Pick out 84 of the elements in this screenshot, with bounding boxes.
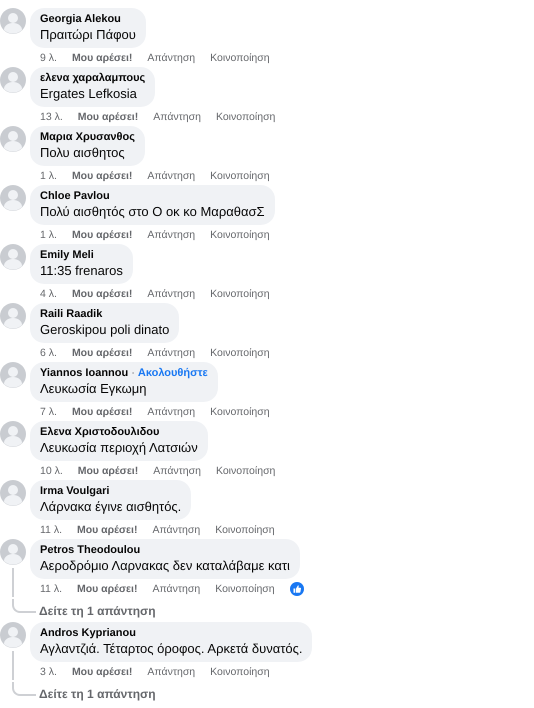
- share-link[interactable]: Κοινοποίηση: [215, 583, 275, 595]
- avatar-icon[interactable]: [0, 244, 26, 270]
- avatar-icon[interactable]: [0, 622, 26, 648]
- like-link[interactable]: Μου αρέσει!: [76, 524, 138, 536]
- comment-time[interactable]: 3 λ.: [40, 666, 57, 678]
- like-link[interactable]: Μου αρέσει!: [72, 666, 132, 678]
- like-link[interactable]: Μου αρέσει!: [78, 465, 138, 477]
- comment-time[interactable]: 1 λ.: [40, 170, 57, 182]
- comment-text: Πολύ αισθητός στο Ο οκ κο ΜαραθασΣ: [40, 203, 265, 220]
- author-name[interactable]: Raili Raadik: [40, 308, 102, 321]
- comment-text: Πολυ αισθητος: [40, 144, 126, 161]
- reply-link[interactable]: Απάντηση: [147, 406, 196, 418]
- comment-time[interactable]: 13 λ.: [40, 111, 63, 123]
- author-name[interactable]: Emily Meli: [40, 249, 94, 262]
- comment-text: Ergates Lefkosia: [40, 85, 138, 102]
- author-name[interactable]: Chloe Pavlou: [40, 190, 110, 203]
- thread-connector: [12, 599, 36, 613]
- separator-dot: ·: [130, 367, 136, 379]
- avatar-icon[interactable]: [0, 539, 26, 565]
- avatar-icon[interactable]: [0, 67, 26, 93]
- like-link[interactable]: Μου αρέσει!: [72, 288, 132, 300]
- author-name[interactable]: Yiannos Ioannou: [40, 367, 128, 380]
- author-name[interactable]: Irma Voulgari: [40, 485, 110, 498]
- share-link[interactable]: Κοινοποίηση: [210, 288, 270, 300]
- share-link[interactable]: Κοινοποίηση: [216, 111, 276, 123]
- like-link[interactable]: Μου αρέσει!: [72, 52, 132, 64]
- reply-link[interactable]: Απάντηση: [153, 465, 201, 477]
- reply-link[interactable]: Απάντηση: [152, 583, 200, 595]
- comment-text: Geroskipou poli dinato: [40, 321, 170, 338]
- share-link[interactable]: Κοινοποίηση: [210, 170, 270, 182]
- avatar-icon[interactable]: [0, 126, 26, 152]
- view-replies-link[interactable]: Δείτε τη 1 απάντηση: [39, 686, 156, 702]
- comment-text: Λάρνακα έγινε αισθητός.: [40, 498, 182, 515]
- avatar-icon[interactable]: [0, 185, 26, 211]
- like-link[interactable]: Μου αρέσει!: [72, 406, 132, 418]
- thumbs-up-icon[interactable]: [290, 582, 304, 596]
- reply-link[interactable]: Απάντηση: [147, 52, 196, 64]
- share-link[interactable]: Κοινοποίηση: [210, 52, 270, 64]
- reply-link[interactable]: Απάντηση: [147, 288, 196, 300]
- comment-time[interactable]: 6 λ.: [40, 347, 57, 359]
- share-link[interactable]: Κοινοποίηση: [216, 465, 276, 477]
- comment-text: Πραιτώρι Πάφου: [40, 26, 136, 43]
- comment-time[interactable]: 4 λ.: [40, 288, 57, 300]
- comment-time[interactable]: 11 λ.: [40, 524, 62, 536]
- follow-link[interactable]: Ακολουθήστε: [138, 367, 208, 379]
- author-name[interactable]: Μαρια Χρυσανθος: [40, 131, 135, 144]
- author-name[interactable]: Andros Kyprianou: [40, 627, 136, 640]
- share-link[interactable]: Κοινοποίηση: [210, 347, 270, 359]
- like-link[interactable]: Μου αρέσει!: [72, 170, 132, 182]
- author-name[interactable]: ελενα χαραλαμπους: [40, 72, 146, 85]
- share-link[interactable]: Κοινοποίηση: [210, 229, 270, 241]
- avatar-icon[interactable]: [0, 303, 26, 329]
- avatar-icon[interactable]: [0, 480, 26, 506]
- comment-text: Αεροδρόμιο Λαρνακας δεν καταλάβαμε κατι: [40, 557, 290, 574]
- comment-text: Λευκωσία Εγκωμη: [40, 380, 148, 397]
- comment-time[interactable]: 10 λ.: [40, 465, 63, 477]
- avatar-icon[interactable]: [0, 421, 26, 447]
- share-link[interactable]: Κοινοποίηση: [210, 666, 270, 678]
- reply-link[interactable]: Απάντηση: [152, 524, 200, 536]
- comment-time[interactable]: 9 λ.: [40, 52, 57, 64]
- author-name[interactable]: Petros Theodoulou: [40, 544, 140, 557]
- like-link[interactable]: Μου αρέσει!: [76, 583, 138, 595]
- reply-link[interactable]: Απάντηση: [153, 111, 201, 123]
- comment-time[interactable]: 7 λ.: [40, 406, 57, 418]
- comment-text: Λευκωσία περιοχή Λατσιών: [40, 439, 198, 456]
- comment-text: Αγλαντζιά. Τέταρτος όροφος. Αρκετά δυνατός.: [40, 640, 302, 657]
- view-replies-link[interactable]: Δείτε τη 1 απάντηση: [39, 603, 156, 619]
- avatar-icon[interactable]: [0, 8, 26, 34]
- like-link[interactable]: Μου αρέσει!: [72, 229, 132, 241]
- comment-time[interactable]: 1 λ.: [40, 229, 57, 241]
- reply-link[interactable]: Απάντηση: [147, 170, 196, 182]
- like-link[interactable]: Μου αρέσει!: [78, 111, 138, 123]
- reply-link[interactable]: Απάντηση: [147, 666, 196, 678]
- comment-text: 11:35 frenaros: [40, 262, 123, 279]
- author-name[interactable]: Ελενα Χριστοδουλιδου: [40, 426, 160, 439]
- share-link[interactable]: Κοινοποίηση: [210, 406, 270, 418]
- avatar-icon[interactable]: [0, 362, 26, 388]
- like-link[interactable]: Μου αρέσει!: [72, 347, 132, 359]
- reply-link[interactable]: Απάντηση: [147, 229, 196, 241]
- share-link[interactable]: Κοινοποίηση: [215, 524, 275, 536]
- reply-link[interactable]: Απάντηση: [147, 347, 196, 359]
- author-name[interactable]: Georgia Alekou: [40, 13, 121, 26]
- thread-connector: [12, 682, 36, 696]
- comment-time[interactable]: 11 λ.: [40, 583, 62, 595]
